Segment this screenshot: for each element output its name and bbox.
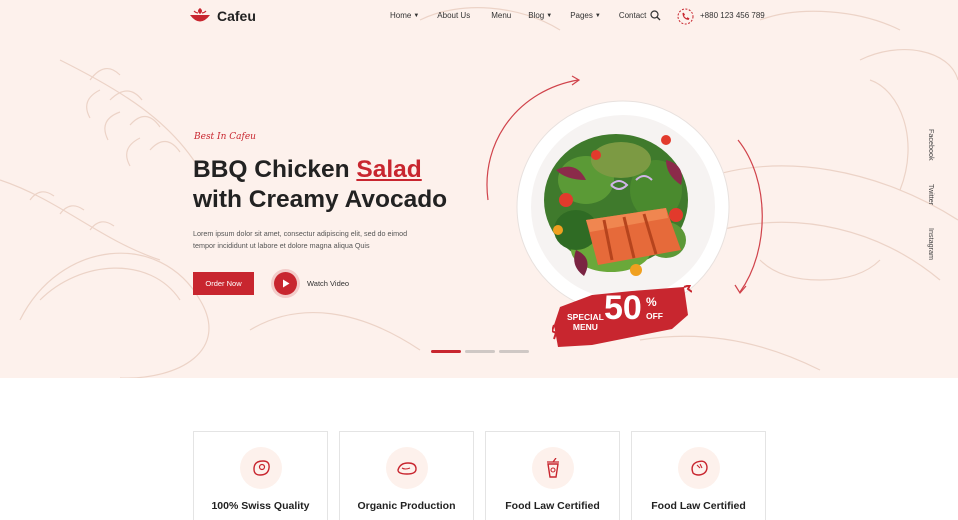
- phone-number[interactable]: +880 123 456 789: [700, 11, 765, 20]
- feature-card: Organic Production: [339, 431, 474, 520]
- hero-title-accent: Salad: [356, 156, 422, 183]
- chevron-down-icon: ▼: [546, 12, 553, 19]
- play-icon: [282, 279, 289, 288]
- top-navigation: Cafeu Home ▼ About Us Menu Blog ▼ Pages …: [0, 0, 958, 34]
- nav-item-menu[interactable]: Menu: [491, 11, 511, 20]
- hero-description: Lorem ipsum dolor sit amet, consectur ad…: [193, 228, 433, 252]
- shrimp-icon: [691, 460, 708, 476]
- nav-item-label: Contact: [618, 11, 647, 20]
- sketch-background: [0, 7, 958, 378]
- badge-discount-value: 50: [604, 289, 642, 327]
- feature-card: Food Law Certified: [631, 431, 766, 520]
- nav-item-home[interactable]: Home ▼: [390, 11, 419, 20]
- feature-title: 100% Swiss Quality: [211, 500, 310, 512]
- logo-bowl-icon: [190, 8, 210, 22]
- slider-dot-1[interactable]: [431, 350, 461, 353]
- chicken-icon: [397, 462, 417, 475]
- badge-percent-sign: %: [646, 295, 657, 309]
- phone-icon: [677, 8, 694, 25]
- social-facebook-link[interactable]: Facebook: [927, 129, 936, 161]
- feature-icon-wrap: [532, 447, 574, 489]
- slider-dot-3[interactable]: [499, 350, 529, 353]
- hero-title: BBQ Chicken Salad with Creamy Avocado: [193, 155, 447, 215]
- feature-card: Food Law Certified: [485, 431, 620, 520]
- feature-icon-wrap: [386, 447, 428, 489]
- salad-plate-image: [516, 100, 730, 314]
- nav-item-label: About Us: [437, 11, 471, 20]
- social-instagram-link[interactable]: Instagram: [927, 228, 936, 260]
- feature-icon-wrap: [240, 447, 282, 489]
- feature-title: Organic Production: [357, 500, 456, 512]
- logo[interactable]: Cafeu: [188, 6, 256, 26]
- nav-item-pages[interactable]: Pages ▼: [570, 11, 601, 20]
- play-video-button[interactable]: [274, 272, 297, 295]
- hero-section: Cafeu Home ▼ About Us Menu Blog ▼ Pages …: [0, 0, 958, 378]
- main-menu: Home ▼ About Us Menu Blog ▼ Pages ▼ Cont…: [390, 11, 646, 20]
- slider-pagination: [431, 350, 529, 353]
- hero-description-line1: Lorem ipsum dolor sit amet, consectur ad…: [193, 229, 408, 238]
- chevron-down-icon: ▼: [413, 12, 420, 19]
- hero-title-line2: with Creamy Avocado: [193, 186, 448, 213]
- nav-item-label: Pages: [570, 11, 593, 20]
- feature-title: Food Law Certified: [651, 500, 746, 512]
- search-icon[interactable]: [650, 10, 661, 21]
- badge-special-line2: MENU: [572, 322, 598, 332]
- drink-cup-icon: [547, 458, 559, 478]
- feature-title: Food Law Certified: [505, 500, 600, 512]
- social-twitter-link[interactable]: Twitter: [927, 184, 936, 205]
- nav-item-about-us[interactable]: About Us: [437, 11, 470, 20]
- slider-dot-2[interactable]: [465, 350, 495, 353]
- badge-off-text: OFF: [646, 311, 663, 321]
- nav-item-label: Menu: [491, 11, 512, 20]
- hero-description-line2: tempor incididunt ut labore et dolore ma…: [193, 241, 370, 250]
- chevron-down-icon: ▼: [594, 12, 601, 19]
- nav-item-contact[interactable]: Contact: [619, 11, 647, 20]
- meat-icon: [253, 460, 270, 476]
- feature-card: 100% Swiss Quality: [193, 431, 328, 520]
- feature-icon-wrap: [678, 447, 720, 489]
- hero-tagline: Best In Cafeu: [194, 132, 256, 142]
- badge-special-line1: SPECIAL: [567, 312, 604, 322]
- watch-video-link[interactable]: Watch Video: [307, 279, 349, 288]
- order-now-button[interactable]: Order Now: [193, 272, 254, 295]
- nav-item-label: Home: [390, 11, 412, 20]
- badge-special-text: SPECIAL MENU: [567, 312, 604, 332]
- hero-title-line1: BBQ Chicken: [193, 156, 357, 183]
- nav-item-label: Blog: [528, 11, 545, 20]
- logo-text: Cafeu: [217, 8, 256, 24]
- nav-item-blog[interactable]: Blog ▼: [528, 11, 552, 20]
